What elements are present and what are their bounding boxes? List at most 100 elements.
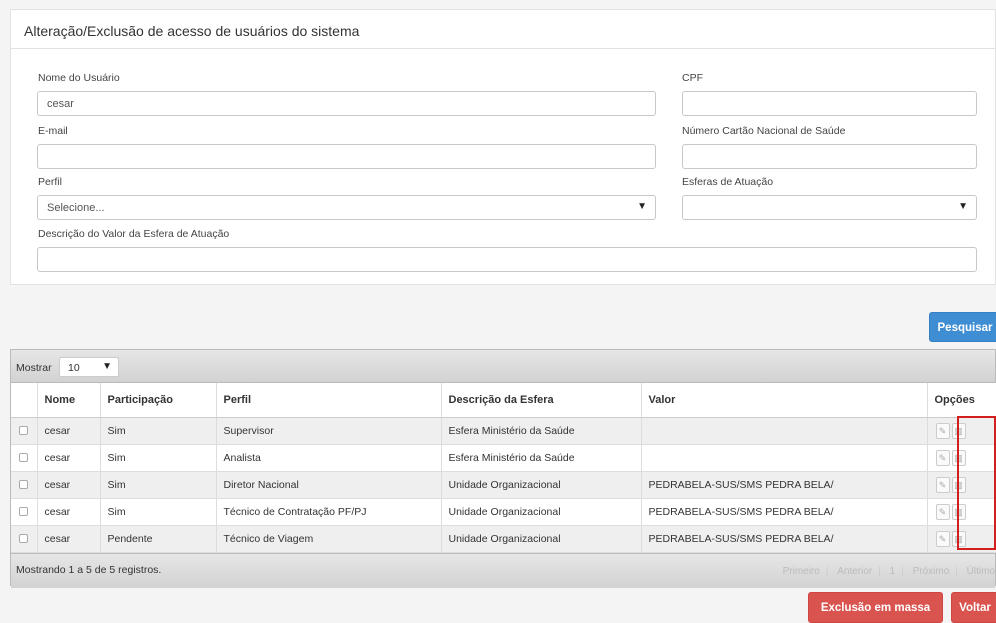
filter-panel: Alteração/Exclusão de acesso de usuários…: [10, 9, 996, 285]
table-row: cesar Pendente Técnico de Viagem Unidade…: [11, 525, 996, 553]
pesquisar-button[interactable]: Pesquisar: [929, 312, 996, 342]
cell-esfera: Esfera Ministério da Saúde: [441, 444, 642, 472]
cell-opcoes: ✎ ▥: [927, 525, 996, 553]
grid-toolbar: Mostrar 10 ▼: [11, 350, 995, 383]
cell-perfil: Supervisor: [216, 417, 442, 445]
perfil-label: Perfil: [38, 176, 62, 188]
trash-icon[interactable]: ▥: [951, 530, 966, 547]
cell-participacao: Sim: [100, 471, 217, 499]
cell-opcoes: ✎ ▥: [927, 444, 996, 472]
pencil-icon[interactable]: ✎: [935, 530, 950, 547]
page-length-value: 10: [68, 362, 80, 374]
row-checkbox[interactable]: [19, 453, 29, 463]
cell-participacao: Sim: [100, 417, 217, 445]
records-info: Mostrando 1 a 5 de 5 registros.: [16, 563, 162, 576]
trash-icon[interactable]: ▥: [951, 503, 966, 520]
email-input[interactable]: [37, 144, 656, 169]
table-header-row: Nome Participação Perfil Descrição da Es…: [11, 383, 996, 418]
cell-nome: cesar: [37, 525, 101, 553]
trash-icon[interactable]: ▥: [951, 476, 966, 493]
select-column-header: [11, 383, 38, 418]
caret-down-icon: ▼: [637, 201, 647, 212]
pager-page[interactable]: 1: [890, 566, 896, 577]
cell-perfil: Diretor Nacional: [216, 471, 442, 499]
cell-opcoes: ✎ ▥: [927, 498, 996, 526]
cell-opcoes: ✎ ▥: [927, 417, 996, 445]
cell-perfil: Técnico de Contratação PF/PJ: [216, 498, 442, 526]
row-checkbox[interactable]: [19, 426, 29, 436]
voltar-button[interactable]: Voltar: [951, 592, 996, 623]
cell-participacao: Sim: [100, 498, 217, 526]
cpf-input[interactable]: [682, 91, 977, 116]
pager-prev[interactable]: Anterior: [837, 566, 872, 577]
row-checkbox[interactable]: [19, 534, 29, 544]
esferas-select[interactable]: ▼: [682, 195, 977, 220]
exclusao-em-massa-button[interactable]: Exclusão em massa: [808, 592, 943, 623]
panel-title: Alteração/Exclusão de acesso de usuários…: [11, 10, 995, 49]
table-row: cesar Sim Técnico de Contratação PF/PJ U…: [11, 498, 996, 526]
caret-down-icon: ▼: [958, 201, 968, 212]
pager-separator: |: [825, 565, 829, 577]
row-checkbox-cell: [11, 444, 38, 472]
pencil-icon[interactable]: ✎: [935, 422, 950, 439]
column-header-valor[interactable]: Valor: [641, 383, 928, 418]
cell-perfil: Técnico de Viagem: [216, 525, 442, 553]
cpf-label: CPF: [682, 72, 703, 84]
page-length-select[interactable]: 10 ▼: [59, 357, 119, 377]
nome-input[interactable]: cesar: [37, 91, 656, 116]
row-checkbox[interactable]: [19, 507, 29, 517]
cell-nome: cesar: [37, 498, 101, 526]
nome-label: Nome do Usuário: [38, 72, 120, 84]
row-checkbox-cell: [11, 498, 38, 526]
perfil-select-value: Selecione...: [47, 202, 105, 214]
column-header-participacao[interactable]: Participação: [100, 383, 217, 418]
column-header-esfera[interactable]: Descrição da Esfera: [441, 383, 642, 418]
pager-next[interactable]: Próximo: [913, 566, 950, 577]
cell-perfil: Analista: [216, 444, 442, 472]
row-checkbox-cell: [11, 525, 38, 553]
cell-valor: PEDRABELA-SUS/SMS PEDRA BELA/: [641, 471, 928, 499]
mostrar-label: Mostrar: [16, 362, 52, 374]
cell-valor: [641, 417, 928, 445]
pager-separator: |: [901, 565, 904, 577]
results-table: Nome Participação Perfil Descrição da Es…: [11, 383, 996, 553]
cell-valor: [641, 444, 928, 472]
pager-separator: |: [878, 565, 881, 577]
row-checkbox[interactable]: [19, 480, 29, 490]
esferas-label: Esferas de Atuação: [682, 176, 774, 188]
perfil-select[interactable]: Selecione... ▼: [37, 195, 656, 220]
table-row: cesar Sim Supervisor Esfera Ministério d…: [11, 417, 996, 445]
pencil-icon[interactable]: ✎: [935, 476, 950, 493]
caret-down-icon: ▼: [102, 361, 112, 372]
pencil-icon[interactable]: ✎: [935, 503, 950, 520]
cell-valor: PEDRABELA-SUS/SMS PEDRA BELA/: [641, 525, 928, 553]
column-header-perfil[interactable]: Perfil: [216, 383, 442, 418]
cell-participacao: Pendente: [100, 525, 217, 553]
email-label: E-mail: [38, 125, 68, 137]
pencil-icon[interactable]: ✎: [935, 449, 950, 466]
descricao-input[interactable]: [37, 247, 977, 272]
cell-esfera: Unidade Organizacional: [441, 471, 642, 499]
pager-separator: |: [955, 565, 958, 577]
column-header-opcoes: Opções: [927, 383, 996, 418]
cell-esfera: Esfera Ministério da Saúde: [441, 417, 642, 445]
cell-esfera: Unidade Organizacional: [441, 498, 642, 526]
cell-nome: cesar: [37, 417, 101, 445]
pager-last[interactable]: Último: [967, 566, 995, 577]
row-checkbox-cell: [11, 417, 38, 445]
column-header-nome[interactable]: Nome: [37, 383, 101, 418]
cell-participacao: Sim: [100, 444, 217, 472]
trash-icon[interactable]: ▥: [951, 449, 966, 466]
cns-input[interactable]: [682, 144, 977, 169]
pager-first[interactable]: Primeiro: [783, 566, 820, 577]
cell-valor: PEDRABELA-SUS/SMS PEDRA BELA/: [641, 498, 928, 526]
table-row: cesar Sim Diretor Nacional Unidade Organ…: [11, 471, 996, 499]
pagination: Primeiro | Anterior | 1 | Próximo | Último: [777, 566, 995, 577]
grid-footer: Mostrando 1 a 5 de 5 registros. Primeiro…: [11, 552, 995, 588]
cell-nome: cesar: [37, 444, 101, 472]
cell-opcoes: ✎ ▥: [927, 471, 996, 499]
cell-esfera: Unidade Organizacional: [441, 525, 642, 553]
trash-icon[interactable]: ▥: [951, 422, 966, 439]
table-row: cesar Sim Analista Esfera Ministério da …: [11, 444, 996, 472]
cns-label: Número Cartão Nacional de Saúde: [682, 125, 846, 137]
